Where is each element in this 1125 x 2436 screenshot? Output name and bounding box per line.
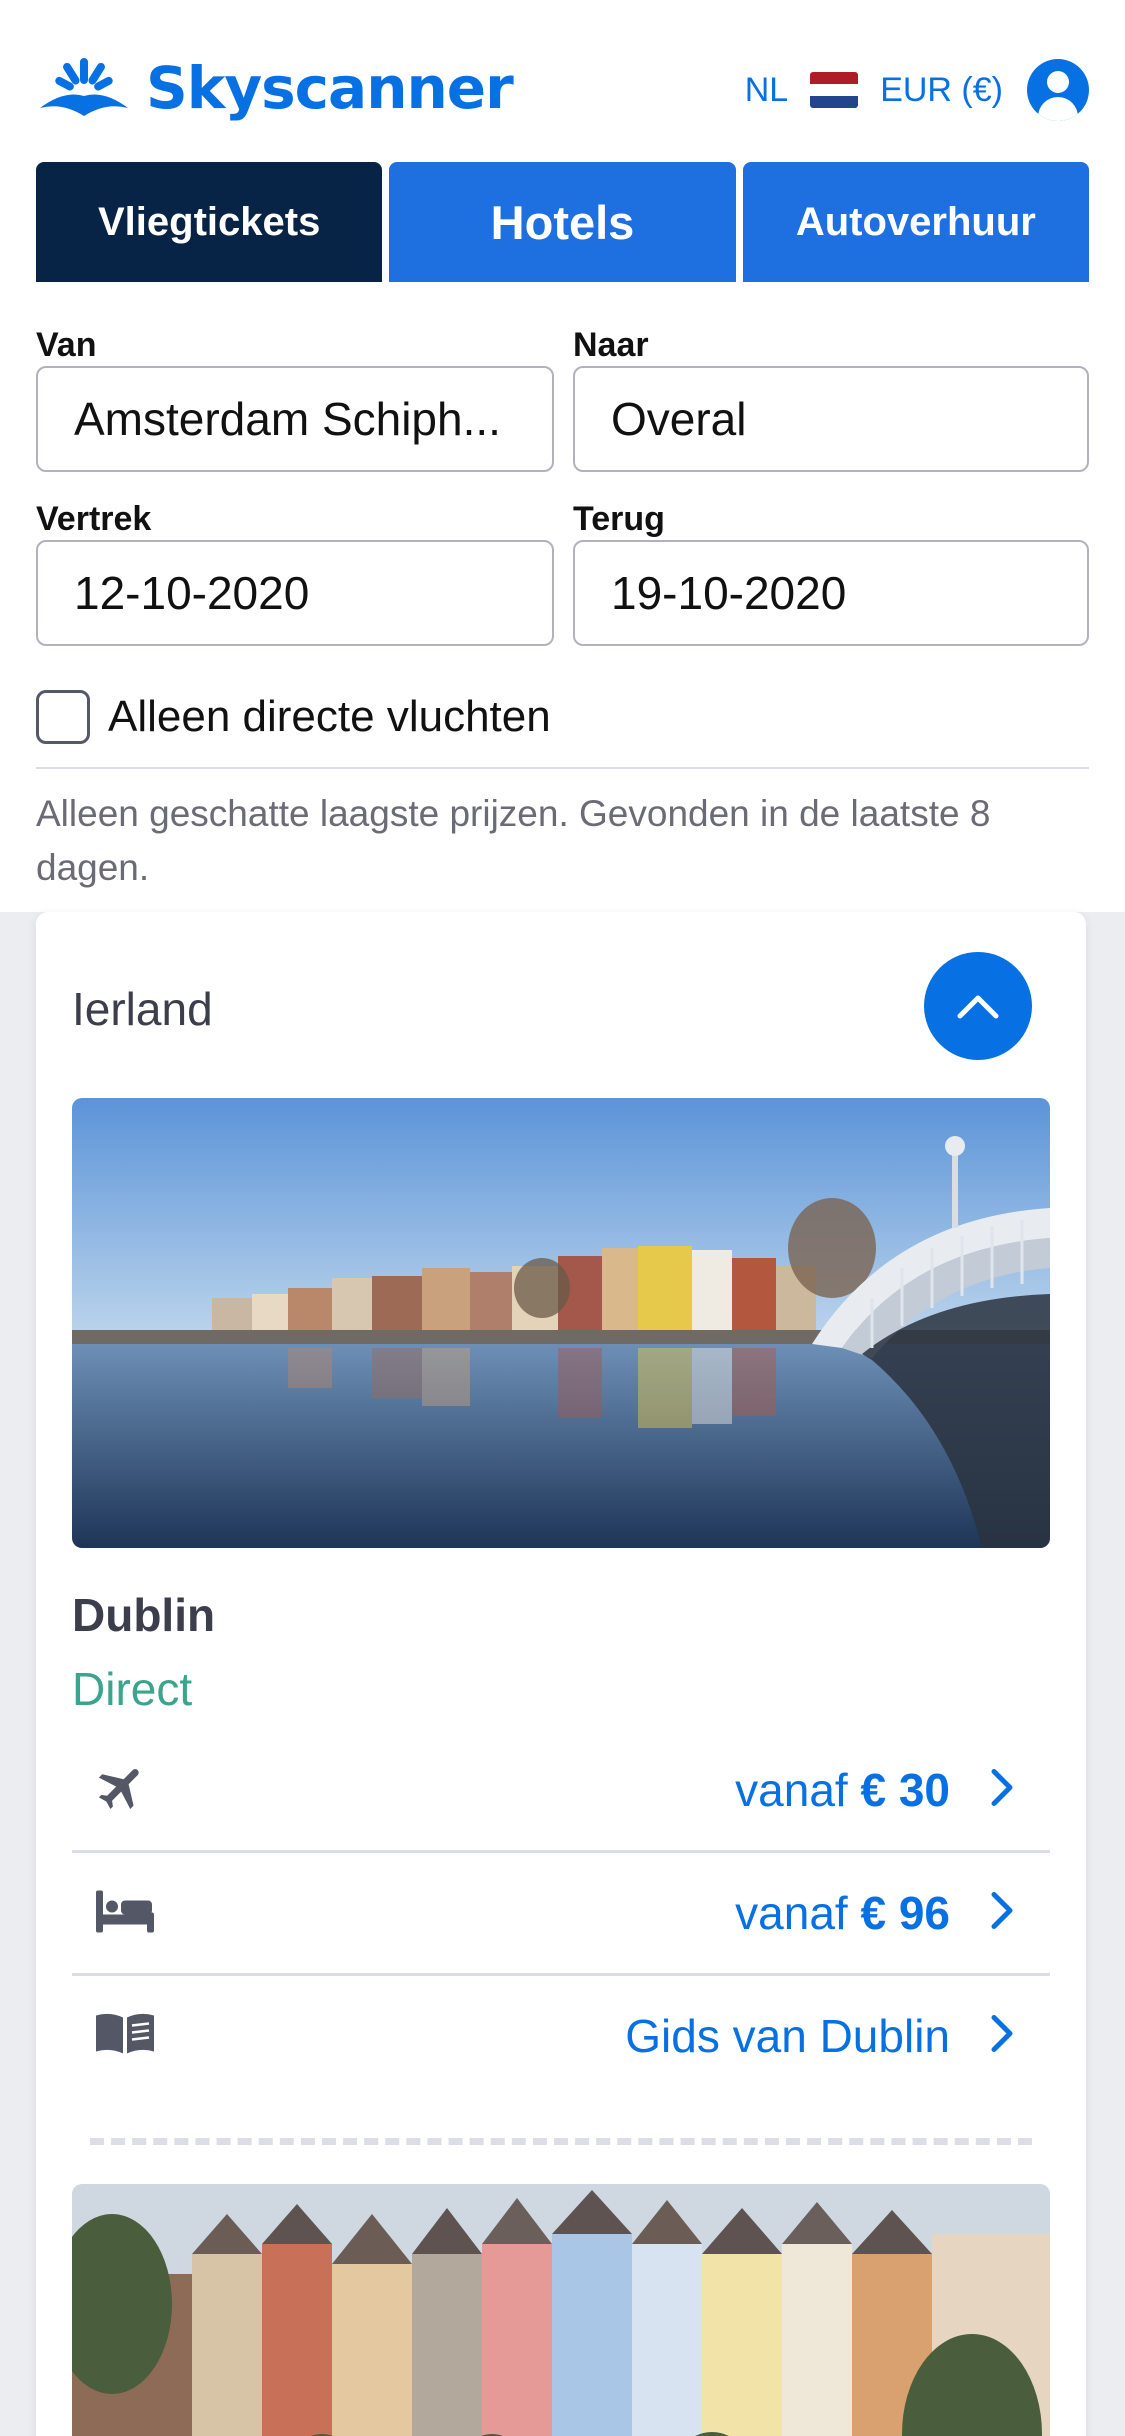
product-tabs: Vliegtickets Hotels Autoverhuur (36, 162, 1089, 282)
depart-label: Vertrek (36, 500, 152, 538)
book-icon (94, 2010, 156, 2063)
tab-car-hire[interactable]: Autoverhuur (742, 162, 1089, 282)
from-field[interactable]: Amsterdam Schiph... (36, 366, 554, 472)
language-code: NL (744, 70, 789, 109)
tab-hotels[interactable]: Hotels (389, 162, 736, 282)
airplane-icon (94, 1760, 150, 1821)
flight-price-value: € 30 (860, 1764, 950, 1816)
flight-price: vanaf € 30 (735, 1763, 950, 1817)
bed-icon (94, 1887, 156, 1940)
direct-flights-option[interactable]: Alleen directe vluchten (36, 690, 551, 744)
form-divider (36, 767, 1089, 769)
return-label: Terug (573, 500, 665, 538)
city-guide-row[interactable]: Gids van Dublin (72, 1976, 1050, 2096)
destination-separator (90, 2138, 1032, 2145)
profile-icon[interactable] (1027, 59, 1089, 121)
tab-flights[interactable]: Vliegtickets (36, 162, 383, 282)
netherlands-flag-icon (810, 72, 859, 108)
currency-code: EUR (€) (880, 70, 1003, 109)
flight-price-prefix: vanaf (735, 1764, 848, 1816)
depart-date-field[interactable]: 12-10-2020 (36, 540, 554, 646)
search-form: Van Amsterdam Schiph... Naar Overal Vert… (0, 282, 1125, 912)
logo-text: Skyscanner (146, 54, 514, 122)
country-name: Ierland (72, 983, 213, 1035)
return-date-field[interactable]: 19-10-2020 (573, 540, 1089, 646)
city-guide-link: Gids van Dublin (625, 2010, 950, 2062)
app-header: Skyscanner NL EUR (€) Vliegtickets Hotel… (0, 0, 1125, 282)
chevron-up-icon (957, 995, 999, 1019)
hotel-price-value: € 96 (860, 1887, 950, 1939)
hotel-price: vanaf € 96 (735, 1886, 950, 1940)
direct-flights-label: Alleen directe vluchten (108, 692, 551, 741)
locale-selector[interactable]: NL EUR (€) (745, 58, 1089, 122)
chevron-right-icon (990, 1891, 1014, 1936)
chevron-right-icon (990, 1768, 1014, 1813)
direct-flights-checkbox[interactable] (36, 690, 90, 744)
hotel-price-prefix: vanaf (735, 1887, 848, 1939)
skyscanner-logo[interactable]: Skyscanner (36, 54, 514, 122)
city-name: Dublin (72, 1589, 216, 1641)
flight-price-row-link[interactable]: vanaf € 30 (72, 1730, 1050, 1850)
to-field[interactable]: Overal (573, 366, 1089, 472)
destination-card: Ierland Dublin Direct vanaf € 30 vanaf €… (36, 912, 1086, 2436)
hotel-price-row[interactable]: vanaf € 96 (72, 1853, 1050, 1973)
price-disclaimer: Alleen geschatte laagste prijzen. Gevond… (36, 793, 991, 888)
direct-flight-label: Direct (72, 1663, 193, 1715)
dublin-photo (72, 1098, 1050, 1548)
sunrise-logo-icon (40, 58, 128, 116)
next-destination-photo (72, 2184, 1050, 2436)
collapse-button[interactable] (924, 952, 1032, 1060)
to-label: Naar (573, 326, 649, 364)
from-label: Van (36, 326, 97, 364)
chevron-right-icon (990, 2014, 1014, 2059)
